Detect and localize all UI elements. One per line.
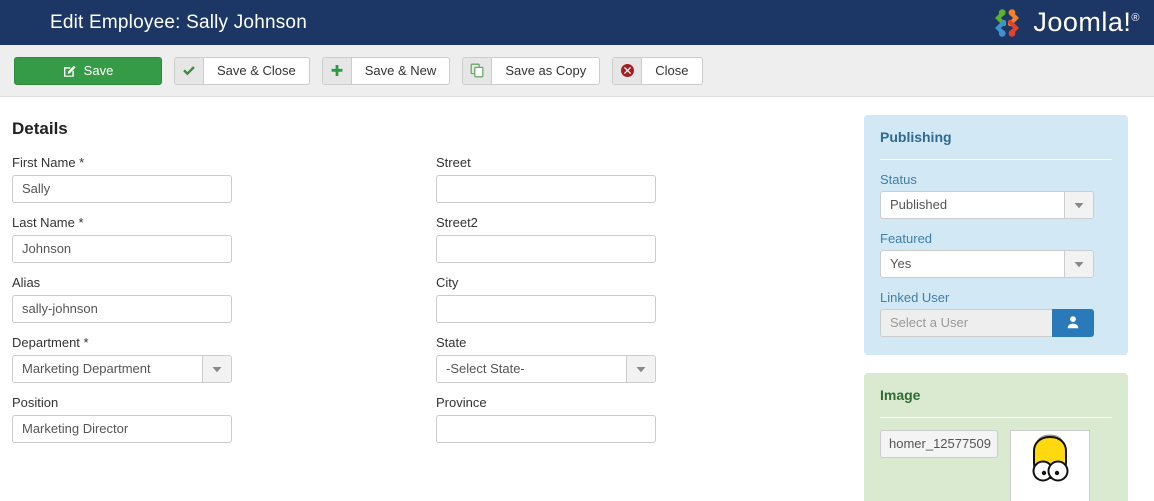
field-city: City	[436, 275, 860, 323]
state-select-value: -Select State-	[446, 361, 525, 376]
page-title: Edit Employee: Sally Johnson	[50, 11, 307, 33]
field-featured: Featured Yes	[880, 231, 1112, 278]
check-icon	[175, 57, 204, 84]
field-street-label: Street	[436, 155, 471, 170]
field-first-name: First Name * Sally	[12, 155, 436, 203]
user-person-icon	[1066, 315, 1080, 332]
cancel-circle-icon	[613, 57, 643, 84]
image-file-name-input[interactable]: homer_12577509	[880, 430, 998, 458]
save-button-label: Save	[83, 63, 114, 78]
province-input[interactable]	[436, 415, 656, 443]
featured-select[interactable]: Yes	[880, 250, 1094, 278]
field-state: State -Select State-	[436, 335, 860, 383]
select-user-button[interactable]	[1052, 309, 1094, 337]
field-status-label: Status	[880, 172, 917, 187]
field-alias: Alias sally-johnson	[12, 275, 436, 323]
field-linked-user-label: Linked User	[880, 290, 950, 305]
status-select-value: Published	[890, 197, 948, 212]
image-row: homer_12577509	[880, 430, 1112, 501]
linked-user-input[interactable]: Select a User	[880, 309, 1052, 337]
close-button-label: Close	[655, 63, 689, 78]
image-panel: Image homer_12577509	[864, 373, 1128, 501]
state-select[interactable]: -Select State-	[436, 355, 656, 383]
field-street: Street	[436, 155, 860, 203]
field-street2-label: Street2	[436, 215, 478, 230]
sidebar: Publishing Status Published Featured Yes	[860, 97, 1142, 501]
copy-icon	[463, 57, 493, 84]
image-panel-title: Image	[880, 387, 921, 403]
field-last-name-label: Last Name *	[12, 215, 84, 230]
field-city-label: City	[436, 275, 459, 290]
department-select-value: Marketing Department	[22, 361, 151, 376]
plus-icon	[322, 57, 352, 84]
joomla-logo-icon	[990, 7, 1024, 39]
chevron-down-icon	[626, 356, 655, 382]
editor-toolbar: Save Save & Close Save & New Save as Cop…	[0, 45, 1154, 97]
department-select[interactable]: Marketing Department	[12, 355, 232, 383]
field-featured-label: Featured	[880, 231, 933, 246]
joomla-brand: Joomla!®	[990, 7, 1154, 39]
field-alias-label: Alias	[12, 275, 41, 290]
field-department: Department * Marketing Department	[12, 335, 436, 383]
app-header: Edit Employee: Sally Johnson Joomla!®	[0, 0, 1154, 45]
field-state-label: State	[436, 335, 467, 350]
save-and-new-button[interactable]: Save & New	[321, 56, 451, 85]
panel-divider	[880, 417, 1112, 418]
linked-user-row: Select a User	[880, 309, 1112, 337]
position-input[interactable]: Marketing Director	[12, 415, 232, 443]
field-position: Position Marketing Director	[12, 395, 436, 443]
field-department-label: Department *	[12, 335, 89, 350]
image-thumbnail[interactable]	[1010, 430, 1090, 501]
panel-divider	[880, 159, 1112, 160]
publishing-panel-title: Publishing	[880, 129, 952, 145]
registered-trademark-icon: ®	[1131, 12, 1140, 24]
field-first-name-label: First Name *	[12, 155, 85, 170]
save-as-copy-button[interactable]: Save as Copy	[462, 56, 601, 85]
content-area: Details First Name * Sally Last Name * J…	[0, 97, 1154, 501]
city-input[interactable]	[436, 295, 656, 323]
save-and-close-label: Save & Close	[217, 63, 296, 78]
save-button[interactable]: Save	[14, 56, 162, 85]
street2-input[interactable]	[436, 235, 656, 263]
street-input[interactable]	[436, 175, 656, 203]
save-as-copy-label: Save as Copy	[505, 63, 587, 78]
featured-select-value: Yes	[890, 256, 912, 271]
form-column-right: Street Street2 City State -Select State-	[436, 155, 860, 455]
field-last-name: Last Name * Johnson	[12, 215, 436, 263]
last-name-input[interactable]: Johnson	[12, 235, 232, 263]
chevron-down-icon	[1064, 192, 1093, 218]
status-select[interactable]: Published	[880, 191, 1094, 219]
save-and-new-label: Save & New	[364, 63, 437, 78]
chevron-down-icon	[1064, 251, 1093, 277]
chevron-down-icon	[202, 356, 231, 382]
details-heading: Details	[12, 119, 68, 138]
field-province-label: Province	[436, 395, 487, 410]
alias-input[interactable]: sally-johnson	[12, 295, 232, 323]
joomla-wordmark: Joomla!®	[1033, 7, 1140, 37]
save-and-close-button[interactable]: Save & Close	[174, 56, 310, 85]
field-linked-user: Linked User Select a User	[880, 290, 1112, 337]
first-name-input[interactable]: Sally	[12, 175, 232, 203]
publishing-panel: Publishing Status Published Featured Yes	[864, 115, 1128, 355]
field-status: Status Published	[880, 172, 1112, 219]
field-province: Province	[436, 395, 860, 443]
form-column-left: First Name * Sally Last Name * Johnson A…	[12, 155, 436, 455]
field-position-label: Position	[12, 395, 59, 410]
field-street2: Street2	[436, 215, 860, 263]
close-button[interactable]: Close	[612, 56, 703, 85]
edit-pencil-square-icon	[63, 64, 77, 78]
details-form: Details First Name * Sally Last Name * J…	[0, 97, 860, 501]
